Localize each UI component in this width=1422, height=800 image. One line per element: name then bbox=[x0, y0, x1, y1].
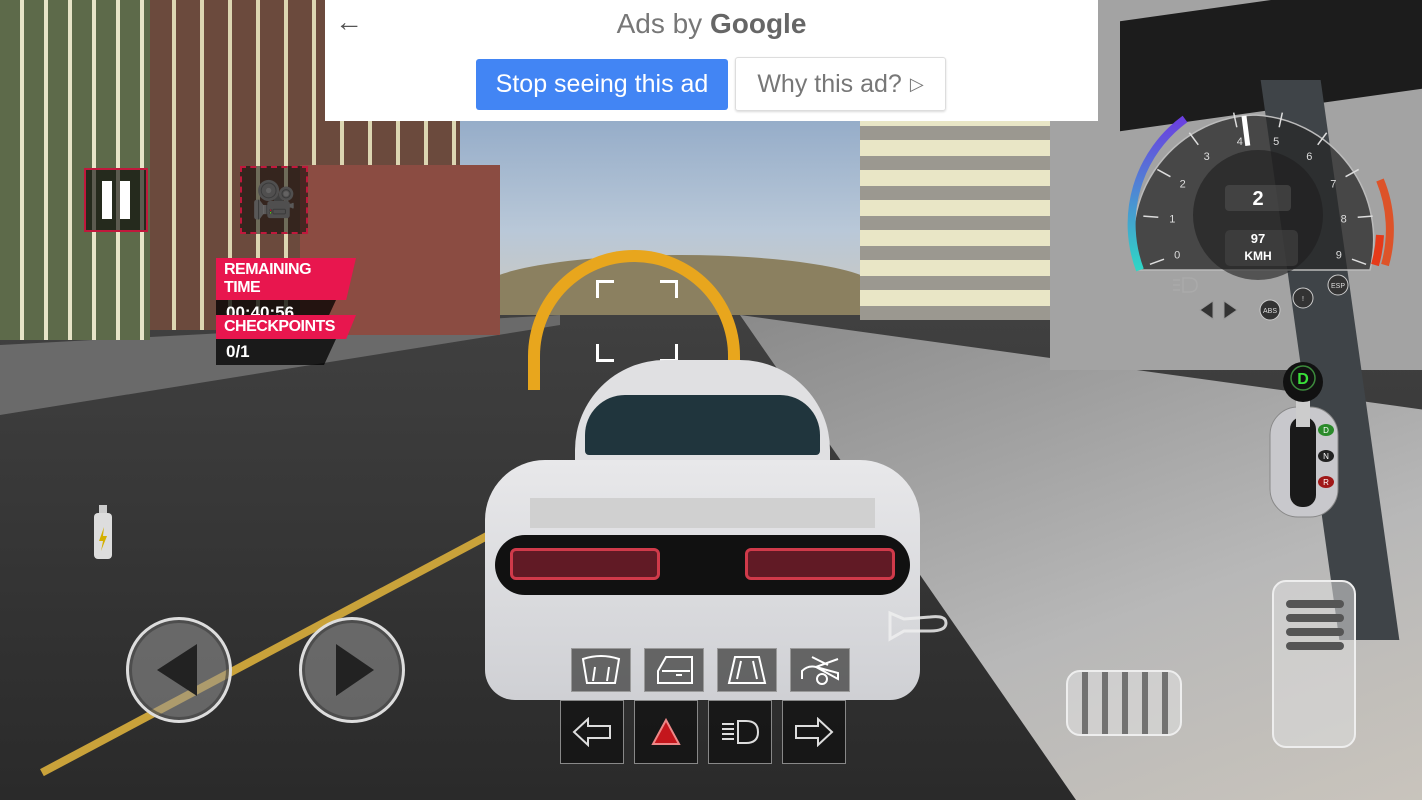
wiper-icon bbox=[581, 655, 621, 684]
door-icon bbox=[657, 656, 693, 684]
gauge-tick-label: 0 bbox=[1174, 249, 1180, 261]
horn-button[interactable] bbox=[886, 605, 950, 645]
steer-left-button[interactable] bbox=[126, 617, 232, 723]
gear-position-label: R bbox=[1323, 478, 1329, 487]
triangle-left-icon bbox=[157, 644, 197, 696]
tachometer-gauge: 0 1 2 3 4 5 6 7 8 9 2 97 KMH ABS! ESP bbox=[1127, 112, 1394, 321]
checkpoints-value: 0/1 bbox=[216, 339, 336, 365]
right-signal-button[interactable] bbox=[782, 700, 846, 764]
wiper-button[interactable] bbox=[571, 648, 631, 692]
left-signal-button[interactable] bbox=[560, 700, 624, 764]
right-signal-icon bbox=[795, 717, 834, 747]
turn-signal-indicator-icon bbox=[1199, 300, 1238, 320]
gauge-tick-label: 8 bbox=[1341, 213, 1347, 225]
checkpoints-panel: CHECKPOINTS 0/1 bbox=[216, 315, 356, 365]
current-gear: D bbox=[1297, 371, 1309, 388]
ads-by-google: Ads by Google bbox=[616, 8, 807, 39]
gear-position-label: D bbox=[1323, 426, 1329, 435]
gauge-tick-label: 9 bbox=[1336, 249, 1342, 261]
steer-right-button[interactable] bbox=[299, 617, 405, 723]
gas-pedal[interactable] bbox=[1272, 580, 1356, 748]
hazard-button[interactable] bbox=[634, 700, 698, 764]
gauge-tick-label: 1 bbox=[1169, 213, 1175, 225]
headlight-indicator-icon bbox=[1173, 277, 1198, 293]
trunk-icon bbox=[801, 656, 839, 685]
door-button[interactable] bbox=[644, 648, 704, 692]
hazard-icon bbox=[651, 718, 681, 745]
signals-row bbox=[560, 700, 846, 764]
building bbox=[860, 120, 1060, 320]
speed-readout: 97 bbox=[1251, 231, 1265, 246]
left-signal-icon bbox=[572, 717, 611, 747]
indicator-badge-label: ! bbox=[1302, 296, 1304, 303]
hood-button[interactable] bbox=[717, 648, 777, 692]
stop-seeing-ad-button[interactable]: Stop seeing this ad bbox=[476, 59, 728, 110]
gauge-tick-label: 4 bbox=[1237, 136, 1243, 148]
checkpoint-reticle bbox=[596, 280, 678, 362]
headlight-icon bbox=[722, 720, 760, 744]
gear-readout: 2 bbox=[1252, 188, 1263, 210]
trunk-button[interactable] bbox=[790, 648, 850, 692]
adchoices-play-icon: ▷ bbox=[909, 73, 924, 94]
gauge-tick-label: 6 bbox=[1306, 151, 1312, 163]
gauge-tick-label: 5 bbox=[1273, 136, 1279, 148]
headlight-button[interactable] bbox=[708, 700, 772, 764]
checkpoints-label: CHECKPOINTS bbox=[216, 315, 356, 339]
gauge-tick-label: 3 bbox=[1204, 151, 1210, 163]
why-this-ad-button[interactable]: Why this ad? ▷ bbox=[735, 57, 946, 111]
pause-button[interactable] bbox=[84, 168, 148, 232]
car-parts-row bbox=[571, 648, 850, 692]
gear-position-label: N bbox=[1323, 452, 1329, 461]
nitro-icon[interactable] bbox=[92, 505, 114, 560]
gauge-tick-label: 7 bbox=[1330, 178, 1336, 190]
ad-banner: ← Ads by Google Stop seeing this ad Why … bbox=[325, 0, 1098, 121]
camera-view-button[interactable]: 🎥 bbox=[240, 166, 308, 234]
brake-pedal[interactable] bbox=[1066, 670, 1182, 736]
triangle-right-icon bbox=[336, 644, 374, 696]
indicator-badge-label: ABS bbox=[1263, 308, 1277, 315]
gear-shifter[interactable]: D D N R bbox=[1268, 362, 1340, 520]
remaining-time-label: REMAINING TIME bbox=[216, 258, 356, 300]
hood-icon bbox=[727, 656, 767, 684]
speed-unit: KMH bbox=[1244, 249, 1271, 263]
indicator-badge-label: ESP bbox=[1331, 283, 1345, 290]
video-camera-icon: 🎥 bbox=[251, 179, 297, 220]
gauge-tick-label: 2 bbox=[1180, 178, 1186, 190]
